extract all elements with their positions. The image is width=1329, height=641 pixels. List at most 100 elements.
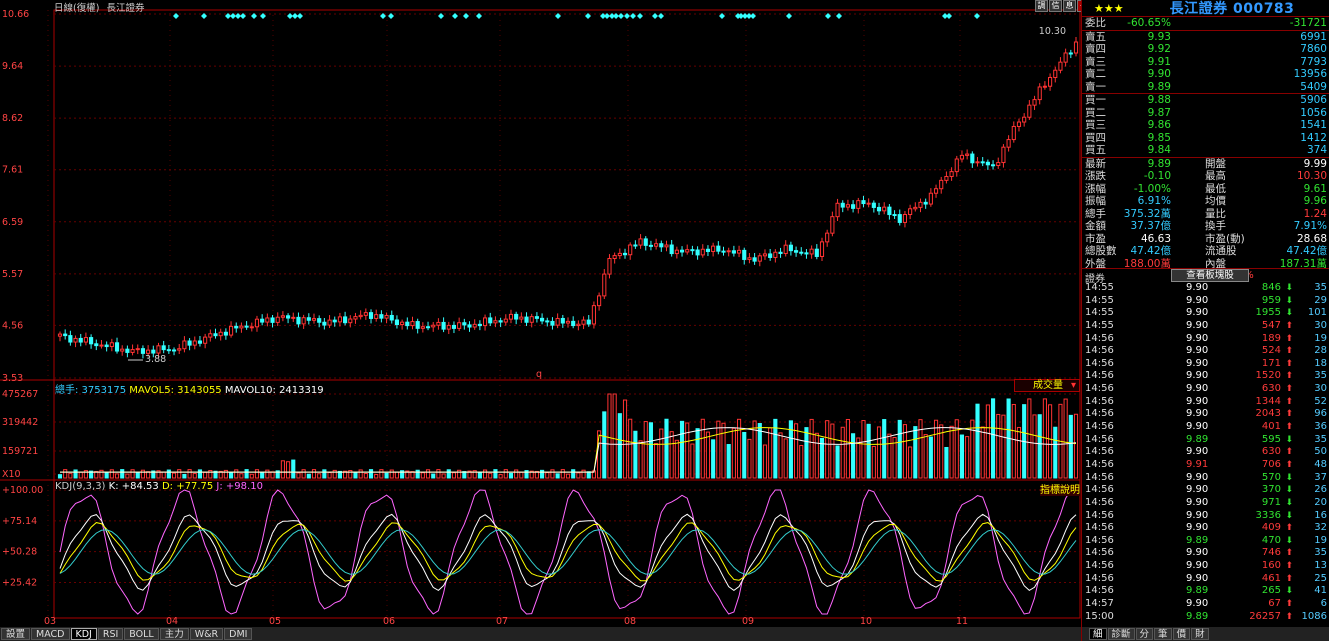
indicator-tab-wr[interactable]: W&R xyxy=(189,628,224,640)
candle-up xyxy=(1048,76,1053,87)
volume-bar xyxy=(68,472,73,479)
indicator-tab-[interactable]: 主力 xyxy=(159,628,189,640)
tick-row[interactable]: 14:55 9.90 547 ⬆ 30 xyxy=(1082,320,1329,333)
candle-down xyxy=(990,164,996,167)
volume-bar xyxy=(970,419,975,479)
candle-up xyxy=(327,319,332,326)
tick-row[interactable]: 14:56 9.89 595 ⬇ 35 xyxy=(1082,434,1329,447)
tick-row[interactable]: 14:56 9.90 171 ⬆ 18 xyxy=(1082,358,1329,371)
rating-stars-icon: ★★★ xyxy=(1094,1,1124,15)
candle-up xyxy=(908,208,913,216)
tick-row[interactable]: 14:56 9.90 461 ⬆ 25 xyxy=(1082,573,1329,586)
stat-value: -0.10 xyxy=(1143,170,1171,182)
tick-row[interactable]: 14:56 9.90 409 ⬆ 32 xyxy=(1082,522,1329,535)
tick-row[interactable]: 14:56 9.90 189 ⬆ 19 xyxy=(1082,333,1329,346)
candle-up xyxy=(933,188,939,194)
event-diamond-icon xyxy=(946,13,952,19)
indicator-tab-rsi[interactable]: RSI xyxy=(97,628,124,640)
tick-list[interactable]: 14:55 9.90 846 ⬇ 35 14:55 9.90 959 ⬇ 29 14:55 9.90 1… xyxy=(1082,282,1329,623)
chart-area[interactable]: 10.66 9.64 8.62 7.61 6.59 5.57 4.56 3.53 475267 3… xyxy=(0,0,1090,627)
candle-down xyxy=(814,248,819,257)
tick-row[interactable]: 14:56 9.90 524 ⬆ 28 xyxy=(1082,345,1329,358)
tick-row[interactable]: 14:55 9.90 846 ⬇ 35 xyxy=(1082,282,1329,295)
stat-label-2: 開盤 xyxy=(1205,157,1226,170)
tick-row[interactable]: 14:56 9.90 746 ⬆ 35 xyxy=(1082,547,1329,560)
tick-row[interactable]: 14:56 9.90 630 ⬆ 50 xyxy=(1082,446,1329,459)
tick-time: 14:56 xyxy=(1085,496,1114,508)
tick-row[interactable]: 14:56 9.90 971 ⬇ 20 xyxy=(1082,497,1329,510)
stat-label-2: 市盈(動) xyxy=(1205,232,1245,245)
candle-down xyxy=(851,204,856,209)
info-icon[interactable]: 信 xyxy=(1049,0,1062,12)
tick-row[interactable]: 14:56 9.90 2043 ⬆ 96 xyxy=(1082,408,1329,421)
stat-label-2: 最高 xyxy=(1205,170,1226,182)
volume-bar xyxy=(882,419,887,479)
tick-row[interactable]: 14:56 9.89 265 ⬇ 41 xyxy=(1082,585,1329,598)
tick-row[interactable]: 14:57 9.90 67 ⬆ 6 xyxy=(1082,598,1329,611)
tick-volume: 706 xyxy=(1261,458,1281,470)
message-icon[interactable]: 息 xyxy=(1063,0,1076,12)
candle-down xyxy=(368,312,374,319)
volume-bar xyxy=(114,473,120,479)
candle-up xyxy=(996,162,1001,166)
indicator-tab-macd[interactable]: MACD xyxy=(31,628,70,640)
tick-row[interactable]: 14:56 9.91 706 ⬆ 48 xyxy=(1082,459,1329,472)
quote-tab[interactable]: 筆 xyxy=(1154,628,1172,640)
adjust-icon[interactable]: 調 xyxy=(1035,0,1048,12)
candle-up xyxy=(384,314,389,319)
candle-up xyxy=(685,249,690,253)
tick-time: 14:56 xyxy=(1085,458,1114,470)
candle-up xyxy=(1042,85,1047,88)
quote-tab[interactable]: 細 xyxy=(1089,628,1107,640)
quote-tab[interactable]: 財 xyxy=(1191,628,1209,640)
tick-row[interactable]: 14:56 9.90 3336 ⬇ 16 xyxy=(1082,510,1329,523)
volume-bar xyxy=(104,472,109,479)
volume-bar xyxy=(1032,414,1037,479)
volume-indicator-dropdown[interactable]: 成交量 ▾ xyxy=(1014,379,1080,392)
ratio-val: -31721 xyxy=(1289,17,1327,29)
tick-row[interactable]: 14:56 9.90 401 ⬆ 36 xyxy=(1082,421,1329,434)
tick-row[interactable]: 14:56 9.90 1520 ⬆ 35 xyxy=(1082,370,1329,383)
tick-row[interactable]: 14:56 9.90 160 ⬆ 13 xyxy=(1082,560,1329,573)
tick-time: 14:56 xyxy=(1085,522,1114,534)
tick-time: 14:56 xyxy=(1085,408,1114,420)
view-sector-button[interactable]: 查看板塊股 xyxy=(1171,269,1249,282)
indicator-tab-dmi[interactable]: DMI xyxy=(224,628,253,640)
tick-row[interactable]: 14:56 9.90 570 ⬇ 37 xyxy=(1082,472,1329,485)
volume-bar xyxy=(120,469,125,479)
tick-row[interactable]: 14:55 9.90 959 ⬇ 29 xyxy=(1082,295,1329,308)
indicator-tab-boll[interactable]: BOLL xyxy=(124,628,159,640)
tick-row[interactable]: 14:56 9.90 1344 ⬆ 52 xyxy=(1082,396,1329,409)
volume-bar xyxy=(861,420,866,479)
volume-bar xyxy=(762,444,768,479)
indicator-tab-[interactable]: 設置 xyxy=(1,628,31,640)
tick-row[interactable]: 14:56 9.90 630 ⬆ 30 xyxy=(1082,383,1329,396)
candle-down xyxy=(322,321,327,326)
tick-price: 9.90 xyxy=(1186,547,1209,559)
volume-bar xyxy=(488,472,493,479)
tick-volume: 630 xyxy=(1261,446,1281,458)
tick-row[interactable]: 14:55 9.90 1955 ⬇ 101 xyxy=(1082,307,1329,320)
kdj-axis-label: +100.00 xyxy=(2,485,43,496)
tick-row[interactable]: 14:56 9.90 370 ⬇ 26 xyxy=(1082,484,1329,497)
event-diamond-icon xyxy=(476,13,482,19)
volume-bar xyxy=(581,469,586,479)
tick-row[interactable]: 15:00 9.89 26257 ⬆ 1086 xyxy=(1082,611,1329,624)
quote-tab[interactable]: 價 xyxy=(1172,628,1191,640)
candle-down xyxy=(317,318,322,323)
quote-tab[interactable]: 分 xyxy=(1135,628,1154,640)
quote-tab[interactable]: 診斷 xyxy=(1107,628,1135,640)
volume-bar xyxy=(482,469,488,479)
candle-up xyxy=(83,337,88,343)
candle-up xyxy=(835,202,840,218)
volume-bar xyxy=(130,469,135,479)
kline-chart-svg[interactable]: 10.66 9.64 8.62 7.61 6.59 5.57 4.56 3.53 475267 3… xyxy=(0,0,1081,627)
volume-bar xyxy=(73,469,78,479)
candle-up xyxy=(57,333,63,337)
candle-up xyxy=(882,206,887,212)
indicator-tab-kdj[interactable]: KDJ xyxy=(70,628,97,640)
candle-up xyxy=(73,337,78,343)
candle-down xyxy=(286,315,291,319)
tick-row[interactable]: 14:56 9.89 470 ⬇ 19 xyxy=(1082,535,1329,548)
volume-bar xyxy=(695,428,700,479)
